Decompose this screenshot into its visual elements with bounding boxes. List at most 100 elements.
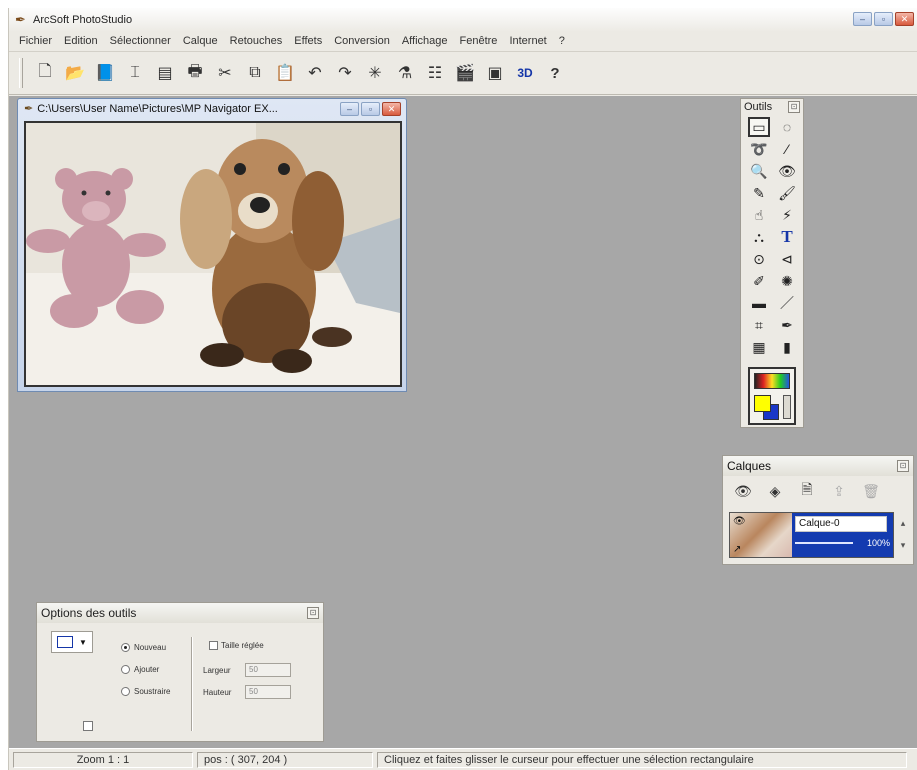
status-zoom: Zoom 1 : 1	[13, 751, 193, 768]
doc-minimize-icon[interactable]: –	[340, 102, 359, 116]
dropper-tool-icon[interactable]: ⊙	[748, 249, 770, 269]
layers-palette-close-icon[interactable]: ⊡	[897, 460, 909, 472]
enhance-icon[interactable]: ⚗	[393, 61, 417, 85]
layer-delete-icon[interactable]: 🗑	[861, 482, 881, 500]
layer-eye-icon[interactable]: 👁	[733, 516, 746, 527]
antialias-checkbox[interactable]	[83, 721, 93, 731]
pencil-eraser-tool-icon[interactable]: ✐	[748, 271, 770, 291]
cylinder-tool-icon[interactable]: ▮	[776, 337, 798, 357]
tools-palette: Outils ⊡ ▭ ◌ ➰ ⁄ 🔍 👁 ✎ 🖌 ☝ ⚡ ⛬ T ⊙ ⊲ ✐ ✺ ▬ ／ ⌗ ✒ ▦ ▮	[740, 98, 804, 428]
scan-icon[interactable]: ⌶	[123, 61, 147, 85]
tools-palette-close-icon[interactable]: ⊡	[788, 101, 800, 113]
menu-item-1[interactable]: Edition	[58, 35, 104, 47]
ellipse-select-tool-icon[interactable]: ◌	[776, 117, 798, 137]
tool-options-title: Options des outils	[41, 606, 137, 620]
scroll-up-icon[interactable]: ▴	[897, 512, 909, 534]
layer-opacity-slider[interactable]	[795, 542, 853, 544]
layer-opacity[interactable]: 100%	[795, 538, 890, 548]
scroll-down-icon[interactable]: ▾	[897, 534, 909, 556]
pen-tool-icon[interactable]: ✒	[776, 315, 798, 335]
undo-icon[interactable]: ↶	[303, 61, 327, 85]
bucket-tool-icon[interactable]: ⛬	[748, 227, 770, 247]
menu-item-2[interactable]: Sélectionner	[104, 35, 177, 47]
menu-item-5[interactable]: Effets	[288, 35, 328, 47]
magic-wand-tool-icon[interactable]: ⁄	[776, 139, 798, 159]
eraser-tool-icon[interactable]: ▬	[748, 293, 770, 313]
redo-icon[interactable]: ↷	[333, 61, 357, 85]
album-icon[interactable]: 📘	[93, 61, 117, 85]
menu-item-3[interactable]: Calque	[177, 35, 224, 47]
doc-close-icon[interactable]: ✕	[382, 102, 401, 116]
paste-icon[interactable]: 📋	[273, 61, 297, 85]
rect-select-tool-icon[interactable]: ▭	[748, 117, 770, 137]
height-field[interactable]: 50	[245, 685, 291, 699]
layer-thumbnail[interactable]: 👁 ↗	[730, 513, 792, 557]
help-icon[interactable]: ?	[543, 61, 567, 85]
layer-stack-icon[interactable]: ◈	[765, 482, 785, 500]
radio-soustraire-dot[interactable]	[121, 687, 130, 696]
close-icon[interactable]: ✕	[895, 12, 914, 26]
selection-shape-dropdown[interactable]: ▼	[51, 631, 93, 653]
menu-item-0[interactable]: Fichier	[13, 35, 58, 47]
magic-icon[interactable]: ✳	[363, 61, 387, 85]
crop-tool-icon[interactable]: ⌗	[748, 315, 770, 335]
chevron-down-icon: ▼	[79, 637, 87, 647]
menu-item-8[interactable]: Fenêtre	[454, 35, 504, 47]
layers-scrollbar[interactable]: ▴ ▾	[897, 512, 909, 558]
smudge-tool-icon[interactable]: ☝	[748, 205, 770, 225]
menu-item-10[interactable]: ?	[553, 35, 571, 47]
color-picker[interactable]	[748, 367, 796, 425]
open-icon[interactable]: 📂	[63, 61, 87, 85]
maximize-icon[interactable]: ▫	[874, 12, 893, 26]
swap-colors-icon[interactable]	[783, 395, 791, 419]
tool-options-close-icon[interactable]: ⊡	[307, 607, 319, 619]
text-tool-icon[interactable]: T	[776, 227, 798, 247]
image-canvas[interactable]	[24, 121, 402, 387]
image-tool-icon[interactable]: ▦	[748, 337, 770, 357]
fill-tool-icon[interactable]: ⚡	[776, 205, 798, 225]
layer-merge-icon[interactable]: ⇪	[829, 482, 849, 500]
radio-soustraire[interactable]: Soustraire	[121, 687, 170, 696]
radio-ajouter-dot[interactable]	[121, 665, 130, 674]
clone-tool-icon[interactable]: ✎	[748, 183, 770, 203]
minimize-icon[interactable]: –	[853, 12, 872, 26]
stamp-tool-icon[interactable]: ⊲	[776, 249, 798, 269]
copy-icon[interactable]: ⧉	[243, 61, 267, 85]
menu-item-4[interactable]: Retouches	[224, 35, 289, 47]
document-window[interactable]: ✒ C:\Users\User Name\Pictures\MP Navigat…	[17, 98, 407, 392]
foreground-color-swatch[interactable]	[754, 395, 771, 412]
title-bar: ✒ ArcSoft PhotoStudio – ▫ ✕	[9, 8, 917, 32]
lasso-tool-icon[interactable]: ➰	[748, 139, 770, 159]
cut-icon[interactable]: ✂	[213, 61, 237, 85]
fixed-size-checkbox[interactable]	[209, 641, 218, 650]
slideshow-icon[interactable]: 🎬	[453, 61, 477, 85]
print-icon[interactable]: 🖶	[183, 61, 207, 85]
brush-tool-icon[interactable]: 🖌	[776, 183, 798, 203]
compare-icon[interactable]: ☷	[423, 61, 447, 85]
zoom-tool-icon[interactable]: 🔍	[748, 161, 770, 181]
line-tool-icon[interactable]: ／	[776, 293, 798, 313]
new-icon[interactable]: 🗋	[33, 61, 57, 85]
radio-nouveau[interactable]: Nouveau	[121, 643, 166, 652]
red-eye-tool-icon[interactable]: 👁	[776, 161, 798, 181]
layer-visibility-icon[interactable]: 👁	[733, 482, 753, 500]
menu-item-9[interactable]: Internet	[503, 35, 552, 47]
doc-restore-icon[interactable]: ▫	[361, 102, 380, 116]
menu-item-6[interactable]: Conversion	[328, 35, 396, 47]
toolbar-grip[interactable]	[19, 58, 23, 88]
radio-nouveau-dot[interactable]	[121, 643, 130, 652]
fixed-size-option[interactable]: Taille réglée	[209, 641, 264, 650]
width-field[interactable]: 50	[245, 663, 291, 677]
menu-item-7[interactable]: Affichage	[396, 35, 454, 47]
layer-name-field[interactable]: Calque-0	[795, 516, 887, 532]
save-icon[interactable]: ▤	[153, 61, 177, 85]
document-title-bar: ✒ C:\Users\User Name\Pictures\MP Navigat…	[24, 102, 278, 116]
color-gradient-swatch[interactable]	[754, 373, 790, 389]
airbrush-tool-icon[interactable]: ✺	[776, 271, 798, 291]
radio-ajouter[interactable]: Ajouter	[121, 665, 159, 674]
layer-row[interactable]: 👁 ↗ Calque-0 100%	[729, 512, 894, 558]
3d-icon[interactable]: 3D	[513, 61, 537, 85]
layer-new-icon[interactable]: 🗎	[797, 481, 817, 500]
device-icon[interactable]: ▣	[483, 61, 507, 85]
layer-link-icon[interactable]: ↗	[733, 544, 741, 555]
